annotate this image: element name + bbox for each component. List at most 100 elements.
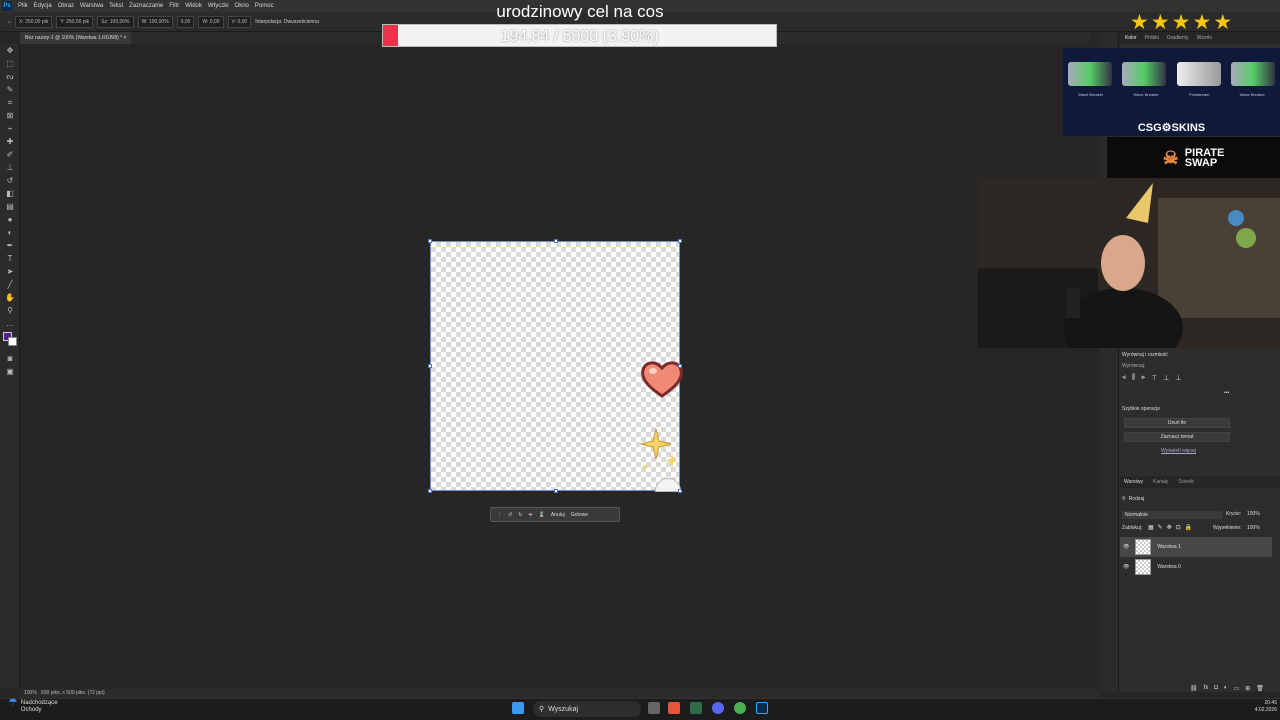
select-subject-button[interactable]: Zaznacz temat [1124, 432, 1230, 442]
menu-edycja[interactable]: Edycja [34, 3, 52, 9]
drag-handle-icon[interactable]: ⋮ [497, 512, 502, 518]
weather-widget[interactable]: ☂ Nadchodzące Ochody [8, 698, 58, 714]
layer-row[interactable]: 👁 Warstwa 1 [1120, 537, 1272, 557]
menu-warstwa[interactable]: Warstwa [80, 3, 103, 9]
menu-okno[interactable]: Okno [235, 3, 249, 9]
more-tools-icon[interactable]: … [0, 317, 20, 330]
transform-handle[interactable] [678, 239, 682, 243]
lock-transparency-icon[interactable]: ▦ [1148, 524, 1154, 531]
tab-warstwy[interactable]: Warstwy [1124, 479, 1143, 485]
tab-kolor[interactable]: Kolor [1125, 35, 1137, 41]
fx-icon[interactable]: fx [1204, 685, 1209, 692]
frame-tool-icon[interactable]: ⊠ [0, 109, 20, 122]
dodge-tool-icon[interactable]: ◐ [0, 226, 20, 239]
warp-icon[interactable]: ⌛ [539, 512, 545, 518]
x-field[interactable]: X: 250,00 pik [15, 15, 53, 28]
skew-h-field[interactable]: W: 0,00 [198, 15, 224, 28]
brave-browser-icon[interactable] [668, 702, 680, 714]
fill-field[interactable]: 100% [1247, 525, 1260, 531]
text-tool-icon[interactable]: T [0, 252, 20, 265]
windows-start-icon[interactable] [512, 702, 524, 714]
height-field[interactable]: W: 100,00% [137, 15, 173, 28]
tab-sciezki[interactable]: Ścieżki [1178, 479, 1194, 485]
tab-wzorki[interactable]: Wzorki [1197, 35, 1212, 41]
transform-handle[interactable] [554, 239, 558, 243]
eraser-tool-icon[interactable]: ◧ [0, 187, 20, 200]
layer-name[interactable]: Warstwa 1 [1157, 544, 1180, 550]
lasso-tool-icon[interactable]: ᔓ [0, 70, 20, 83]
path-select-icon[interactable]: ➤ [0, 265, 20, 278]
align-bottom-icon[interactable]: ⊥ [1175, 374, 1181, 382]
rotate-right-icon[interactable]: ↻ [518, 512, 522, 518]
layer-filter[interactable]: ⚲ Rodzaj [1122, 496, 1144, 502]
align-middle-icon[interactable]: ⊥ [1163, 374, 1169, 382]
transform-handle[interactable] [428, 239, 432, 243]
chrome-icon[interactable] [734, 702, 746, 714]
shape-tool-icon[interactable]: ╱ [0, 278, 20, 291]
cancel-button[interactable]: Anuluj [551, 512, 565, 518]
menu-widok[interactable]: Widok [185, 3, 202, 9]
mask-icon[interactable]: ◘ [1214, 685, 1218, 692]
skew-v-field[interactable]: V: 0,00 [227, 15, 252, 28]
menu-wtyczki[interactable]: Wtyczki [208, 3, 229, 9]
screen-mode-icon[interactable]: ▣ [0, 365, 20, 378]
tab-probki[interactable]: Próbki [1145, 35, 1159, 41]
discord-icon[interactable] [712, 702, 724, 714]
align-right-icon[interactable]: ⫸ [1141, 374, 1145, 382]
group-icon[interactable]: ▭ [1234, 685, 1240, 692]
system-clock[interactable]: 20:45 4.02.2026 [1245, 700, 1277, 714]
taskbar-search[interactable]: ⚲ Wyszukaj [533, 701, 641, 717]
lock-position-icon[interactable]: ✥ [1167, 524, 1172, 531]
quick-actions-title[interactable]: Szybkie operacje [1122, 406, 1160, 412]
eyedropper-tool-icon[interactable]: ⌁ [0, 122, 20, 135]
menu-pomoc[interactable]: Pomoc [255, 3, 274, 9]
crop-tool-icon[interactable]: ⌗ [0, 96, 20, 109]
task-view-icon[interactable] [648, 702, 660, 714]
brush-tool-icon[interactable]: ✐ [0, 148, 20, 161]
transform-handle[interactable] [428, 364, 432, 368]
align-center-icon[interactable]: ⫼ [1132, 374, 1135, 382]
new-layer-icon[interactable]: ⊞ [1245, 685, 1250, 692]
align-left-icon[interactable]: ⫷ [1122, 374, 1126, 382]
rotate-left-icon[interactable]: ↺ [508, 512, 512, 518]
interpolation-select[interactable]: Interpolacja: Dwusześcienna [255, 19, 319, 25]
menu-obraz[interactable]: Obraz [58, 3, 74, 9]
photoshop-taskbar-icon[interactable] [756, 702, 768, 714]
photoshop-logo-icon[interactable]: Ps [2, 1, 12, 11]
more-options-icon[interactable]: ••• [1224, 390, 1229, 396]
transform-handle[interactable] [554, 489, 558, 493]
marquee-tool-icon[interactable]: ⬚ [0, 57, 20, 70]
lock-pixels-icon[interactable]: ✎ [1158, 524, 1163, 531]
document-canvas[interactable] [428, 239, 683, 493]
menu-zaznaczanie[interactable]: Zaznaczanie [129, 3, 163, 9]
pen-tool-icon[interactable]: ✒ [0, 239, 20, 252]
quick-select-tool-icon[interactable]: ✎ [0, 83, 20, 96]
transform-handle[interactable] [678, 364, 682, 368]
lock-all-icon[interactable]: 🔒 [1185, 524, 1192, 531]
transform-handle[interactable] [678, 489, 682, 493]
layer-name[interactable]: Warstwa 0 [1157, 564, 1180, 570]
flip-horizontal-icon[interactable]: ⇹ [528, 512, 532, 518]
move-tool-icon[interactable]: ✥ [0, 44, 20, 57]
zoom-tool-icon[interactable]: ⚲ [0, 304, 20, 317]
eye-icon[interactable]: 👁 [1123, 564, 1129, 570]
stamp-tool-icon[interactable]: ⊥ [0, 161, 20, 174]
hand-tool-icon[interactable]: ✋ [0, 291, 20, 304]
menu-filtr[interactable]: Filtr [169, 3, 179, 9]
menu-plik[interactable]: Plik [18, 3, 28, 9]
done-button[interactable]: Gotowe [571, 512, 588, 518]
zoom-level[interactable]: 100% [24, 690, 37, 696]
transform-handle[interactable] [428, 489, 432, 493]
blend-mode-select[interactable]: Normalnie [1122, 511, 1222, 519]
adjustment-icon[interactable]: ◐ [1224, 685, 1228, 692]
gradient-tool-icon[interactable]: ▤ [0, 200, 20, 213]
home-icon[interactable]: ⌂ [8, 19, 11, 25]
show-more-link[interactable]: Wyświetl więcej [1161, 448, 1196, 454]
layer-row[interactable]: 👁 Warstwa 0 [1120, 557, 1272, 577]
close-icon[interactable]: × [124, 35, 127, 41]
menu-tekst[interactable]: Tekst [109, 3, 123, 9]
trash-icon[interactable]: 🗑 [1256, 685, 1264, 692]
history-brush-icon[interactable]: ↺ [0, 174, 20, 187]
tab-kanaly[interactable]: Kanały [1153, 479, 1168, 485]
tab-gradienty[interactable]: Gradienty [1167, 35, 1189, 41]
